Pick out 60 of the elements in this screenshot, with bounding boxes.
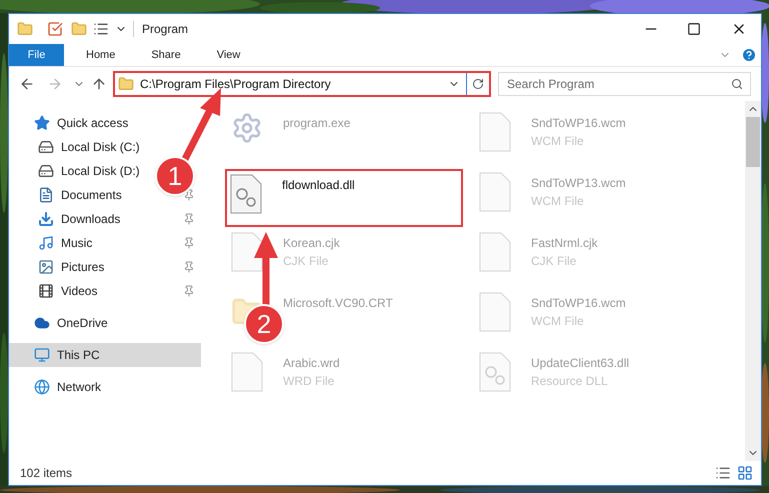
sidebar-item[interactable]: Quick access [9, 111, 136, 135]
maximize-icon[interactable] [687, 22, 701, 36]
document-icon [38, 187, 54, 203]
file-name[interactable]: fldownload.dll [282, 176, 355, 194]
sidebar-item[interactable]: Pictures [9, 255, 112, 279]
network-icon [34, 379, 50, 395]
sidebar-item[interactable]: Music [9, 231, 100, 255]
refresh-icon[interactable] [472, 78, 484, 90]
music-icon [38, 235, 54, 251]
properties-icon[interactable] [47, 21, 63, 37]
sidebar-item[interactable]: OneDrive [9, 311, 116, 335]
search-field[interactable]: Search Program [498, 72, 751, 96]
file-icon [479, 292, 511, 332]
file-type: WCM File [531, 133, 585, 150]
item-count: 102 items [20, 465, 72, 482]
sidebar-item[interactable]: This PC [9, 343, 201, 367]
file-type: Resource DLL [531, 373, 609, 390]
file-icon [479, 112, 511, 152]
sidebar-item[interactable]: Local Disk (C:) [9, 135, 148, 159]
window-title: Program [142, 21, 188, 38]
sidebar-item[interactable]: Downloads [9, 207, 128, 231]
search-icon [731, 78, 743, 90]
file-type: WCM File [531, 313, 585, 330]
folder-icon [118, 76, 134, 92]
sidebar-item[interactable]: Local Disk (D:) [9, 159, 148, 183]
scroll-thumb[interactable] [746, 117, 760, 167]
view-icon[interactable] [93, 21, 109, 37]
up-icon[interactable] [91, 76, 107, 92]
picture-icon [38, 259, 54, 275]
file-type: CJK File [531, 253, 578, 270]
ribbon-tab[interactable]: Share [137, 44, 195, 66]
cloud-icon [34, 315, 50, 331]
settings-file-icon [479, 352, 511, 392]
file-type: WRD File [283, 373, 336, 390]
drive-icon [38, 139, 54, 155]
sidebar-item[interactable]: Videos [9, 279, 106, 303]
sidebar-item[interactable]: Network [9, 375, 110, 399]
film-icon [38, 283, 54, 299]
scrollbar[interactable] [745, 101, 761, 461]
file-type: CJK File [283, 253, 330, 270]
ribbon-tab[interactable]: File [9, 44, 64, 66]
drive-icon [38, 163, 54, 179]
file-icon [479, 172, 511, 212]
file-icon [479, 232, 511, 272]
help-icon[interactable] [741, 47, 757, 63]
program-icon [231, 112, 263, 144]
file-icon [231, 232, 263, 272]
file-type: WCM File [531, 193, 585, 210]
star-icon [34, 115, 50, 131]
sidebar-item[interactable]: Documents [9, 183, 130, 207]
ribbon-tab[interactable]: Home [72, 44, 130, 66]
download-icon [38, 211, 54, 227]
back-icon[interactable] [19, 76, 35, 92]
ribbon-tab[interactable]: View [202, 44, 254, 66]
large-icons-view-icon[interactable] [737, 465, 753, 481]
address-field[interactable]: C:\Program Files\Program Directory [113, 71, 491, 97]
details-view-icon[interactable] [715, 465, 731, 481]
settings-file-icon [230, 174, 262, 214]
computer-icon [34, 347, 50, 363]
file-icon [231, 352, 263, 392]
